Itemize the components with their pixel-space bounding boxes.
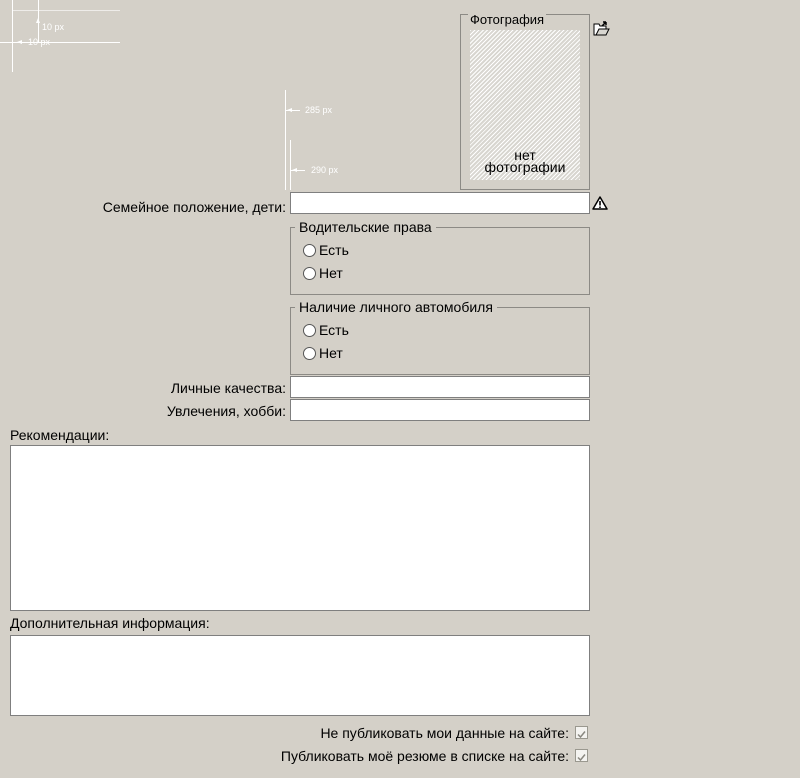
personal-qualities-label: Личные качества:	[170, 380, 286, 396]
radio-button[interactable]	[303, 323, 316, 337]
guide-label: 10 px	[42, 22, 65, 32]
radio-button[interactable]	[303, 346, 316, 360]
no-photo-line: фотографии	[484, 159, 566, 175]
additional-info-label: Дополнительная информация:	[10, 615, 210, 631]
guide-label: 290 px	[311, 165, 339, 175]
license-no-option[interactable]: Нет	[303, 265, 343, 281]
radio-label: Есть	[319, 242, 349, 258]
do-not-publish-label: Не публиковать мои данные на сайте:	[320, 725, 569, 741]
publish-resume-label: Публиковать моё резюме в списке на сайте…	[280, 748, 569, 764]
guide-line	[285, 90, 286, 190]
additional-info-field[interactable]	[10, 635, 590, 716]
radio-button[interactable]	[303, 243, 316, 257]
guide-arrow-icon	[287, 108, 292, 112]
guide-label: 10 px	[28, 37, 51, 47]
radio-label: Нет	[319, 265, 343, 281]
marital-status-label: Семейное положение, дети:	[102, 199, 286, 215]
guide-line	[290, 140, 291, 190]
recommendations-label: Рекомендации:	[10, 427, 110, 443]
guide-line	[12, 10, 120, 11]
recommendations-field[interactable]	[10, 445, 590, 611]
radio-label: Есть	[319, 322, 349, 338]
guide-arrow-icon	[36, 18, 40, 23]
marital-status-field[interactable]	[290, 192, 590, 214]
guide-arrow-icon	[17, 40, 22, 44]
guide-label: 285 px	[305, 105, 333, 115]
driver-license-legend: Водительские права	[299, 219, 432, 235]
folder-upload-icon[interactable]	[593, 20, 610, 37]
car-ownership-legend: Наличие личного автомобиля	[299, 299, 493, 315]
personal-qualities-field[interactable]	[290, 376, 590, 398]
photo-legend: Фотография	[468, 12, 547, 27]
do-not-publish-checkbox[interactable]	[575, 726, 588, 739]
publish-resume-checkbox[interactable]	[575, 749, 588, 762]
radio-label: Нет	[319, 345, 343, 361]
check-icon	[577, 754, 586, 762]
license-yes-option[interactable]: Есть	[303, 242, 349, 258]
no-photo-text: нет фотографии	[470, 148, 580, 175]
hobbies-field[interactable]	[290, 399, 590, 421]
warning-icon	[592, 196, 608, 210]
radio-button[interactable]	[303, 266, 316, 280]
hobbies-label: Увлечения, хобби:	[166, 403, 286, 419]
car-yes-option[interactable]: Есть	[303, 322, 349, 338]
guide-arrow-icon	[292, 168, 297, 172]
check-icon	[577, 731, 586, 739]
car-no-option[interactable]: Нет	[303, 345, 343, 361]
